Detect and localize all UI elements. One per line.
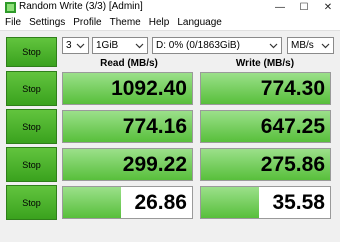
menu-language[interactable]: Language: [173, 17, 226, 28]
menu-file[interactable]: File: [0, 17, 25, 28]
row-3-read-value: 299.22: [122, 153, 187, 176]
row-2-write-cell: 647.25: [200, 110, 331, 143]
row-4-read-value: 26.86: [134, 191, 187, 214]
chevron-down-icon: [135, 43, 144, 49]
row-2-stop-button[interactable]: Stop: [6, 109, 57, 144]
title-bar: Random Write (3/3) [Admin] — ☐ ✕: [0, 0, 340, 15]
read-header: Read (MB/s): [100, 58, 158, 69]
write-header: Write (MB/s): [235, 58, 295, 69]
row-3-read-cell: 299.22: [62, 148, 193, 181]
size-select[interactable]: 1GiB: [92, 37, 148, 54]
row-3-write-value: 275.86: [260, 153, 325, 176]
count-select[interactable]: 3: [62, 37, 89, 54]
row-1-stop-button[interactable]: Stop: [6, 71, 57, 106]
chevron-down-icon: [76, 43, 85, 49]
maximize-button[interactable]: ☐: [292, 0, 316, 15]
menu-help[interactable]: Help: [145, 17, 174, 28]
row-4-write-bar: [201, 187, 260, 218]
app-icon: [5, 2, 16, 13]
menu-settings[interactable]: Settings: [25, 17, 69, 28]
all-stop-button[interactable]: Stop: [6, 37, 57, 67]
row-4-write-cell: 35.58: [200, 186, 331, 219]
row-3-stop-button[interactable]: Stop: [6, 147, 57, 182]
count-value: 3: [66, 40, 72, 51]
size-value: 1GiB: [96, 40, 119, 51]
row-4-write-value: 35.58: [272, 191, 325, 214]
menu-theme[interactable]: Theme: [106, 17, 145, 28]
menu-bar: File Settings Profile Theme Help Languag…: [0, 15, 340, 31]
row-2-read-value: 774.16: [122, 115, 187, 138]
window-title: Random Write (3/3) [Admin]: [19, 1, 143, 12]
window-controls: — ☐ ✕: [268, 0, 340, 15]
row-3-write-cell: 275.86: [200, 148, 331, 181]
row-2-write-value: 647.25: [260, 115, 325, 138]
unit-select[interactable]: MB/s: [287, 37, 334, 54]
close-button[interactable]: ✕: [316, 0, 340, 15]
chevron-down-icon: [269, 43, 278, 49]
chevron-down-icon: [321, 43, 330, 49]
row-2-read-cell: 774.16: [62, 110, 193, 143]
minimize-button[interactable]: —: [268, 0, 292, 15]
row-1-write-value: 774.30: [260, 77, 325, 100]
row-4-read-cell: 26.86: [62, 186, 193, 219]
drive-value: D: 0% (0/1863GiB): [156, 40, 240, 51]
row-4-read-bar: [63, 187, 122, 218]
row-4-stop-button[interactable]: Stop: [6, 185, 57, 220]
row-1-read-cell: 1092.40: [62, 72, 193, 105]
unit-value: MB/s: [291, 40, 314, 51]
drive-select[interactable]: D: 0% (0/1863GiB): [152, 37, 282, 54]
menu-profile[interactable]: Profile: [69, 17, 105, 28]
row-1-read-value: 1092.40: [111, 77, 187, 100]
row-1-write-cell: 774.30: [200, 72, 331, 105]
